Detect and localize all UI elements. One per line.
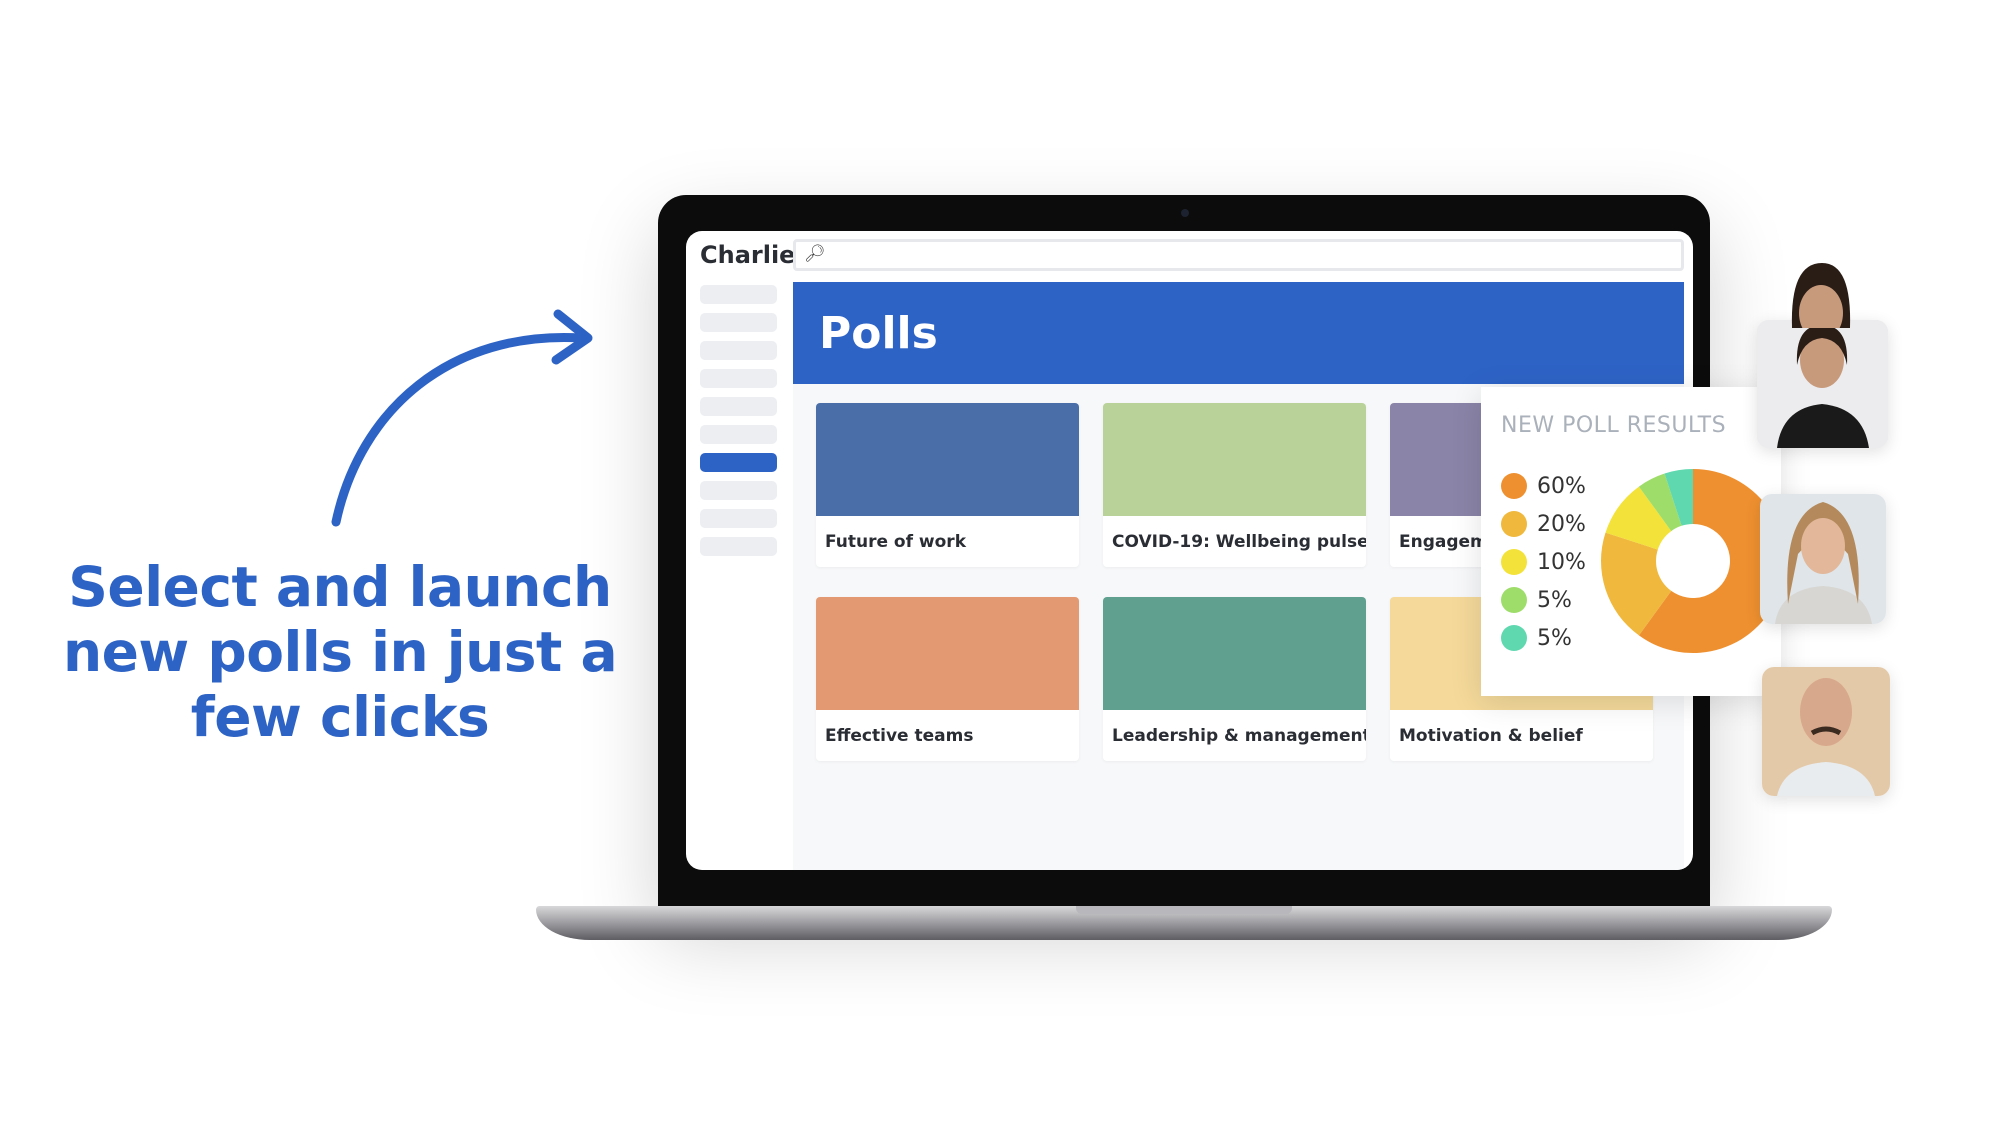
legend-item: 20% [1501, 511, 1586, 537]
curved-arrow-icon [331, 309, 593, 527]
page-title: Polls [819, 308, 938, 359]
legend-item: 5% [1501, 625, 1572, 651]
legend-label: 5% [1537, 625, 1572, 651]
poll-card-label: COVID-19: Wellbeing pulse [1112, 532, 1366, 552]
poll-card-label: Effective teams [825, 726, 974, 746]
search-input[interactable]: 🔎︎ [793, 239, 1684, 271]
avatar-woman-1-head [1770, 258, 1870, 341]
sidebar-item[interactable] [700, 397, 777, 416]
tagline-line: Select and launch [68, 555, 612, 619]
poll-card-illustration [816, 403, 1079, 516]
poll-card[interactable]: Leadership & management [1103, 597, 1366, 761]
tagline: Select and launch new polls in just a fe… [60, 555, 620, 750]
webcam [1181, 209, 1189, 217]
poll-card-label: Future of work [825, 532, 966, 552]
poll-card-label: Motivation & belief [1399, 726, 1583, 746]
avatar-woman-1 [1757, 320, 1888, 448]
legend-swatch [1501, 473, 1527, 499]
laptop-notch [1076, 906, 1292, 914]
legend-label: 20% [1537, 511, 1586, 537]
poll-card[interactable]: Effective teams [816, 597, 1079, 761]
legend-swatch [1501, 625, 1527, 651]
sidebar-item[interactable] [700, 313, 777, 332]
avatar-man [1762, 667, 1890, 796]
tagline-line: few clicks [190, 685, 490, 749]
poll-card[interactable]: COVID-19: Wellbeing pulse [1103, 403, 1366, 567]
sidebar-item-active[interactable] [700, 453, 777, 472]
legend-item: 5% [1501, 587, 1572, 613]
legend-swatch [1501, 549, 1527, 575]
legend-swatch [1501, 511, 1527, 537]
poll-results-title: NEW POLL RESULTS [1501, 413, 1727, 438]
poll-card-illustration [1103, 597, 1366, 710]
legend-label: 5% [1537, 587, 1572, 613]
sidebar-item[interactable] [700, 341, 777, 360]
sidebar-item[interactable] [700, 481, 777, 500]
legend-label: 60% [1537, 473, 1586, 499]
sidebar-item[interactable] [700, 425, 777, 444]
search-icon: 🔎︎ [804, 244, 826, 264]
sidebar-item[interactable] [700, 285, 777, 304]
page-header: Polls [793, 282, 1684, 384]
poll-card-illustration [1103, 403, 1366, 516]
sidebar-item[interactable] [700, 509, 777, 528]
sidebar-item[interactable] [700, 537, 777, 556]
sidebar-item[interactable] [700, 369, 777, 388]
legend-label: 10% [1537, 549, 1586, 575]
legend-swatch [1501, 587, 1527, 613]
app-logo: Charlie [700, 241, 796, 269]
poll-card-label: Leadership & management [1112, 726, 1366, 746]
tagline-line: new polls in just a [62, 620, 618, 684]
legend-item: 10% [1501, 549, 1586, 575]
poll-card-illustration [816, 597, 1079, 710]
legend-item: 60% [1501, 473, 1586, 499]
poll-results-panel: NEW POLL RESULTS 60% 20% 10% 5% 5% [1481, 387, 1785, 696]
poll-card[interactable]: Future of work [816, 403, 1079, 567]
avatar-woman-2 [1760, 494, 1886, 624]
